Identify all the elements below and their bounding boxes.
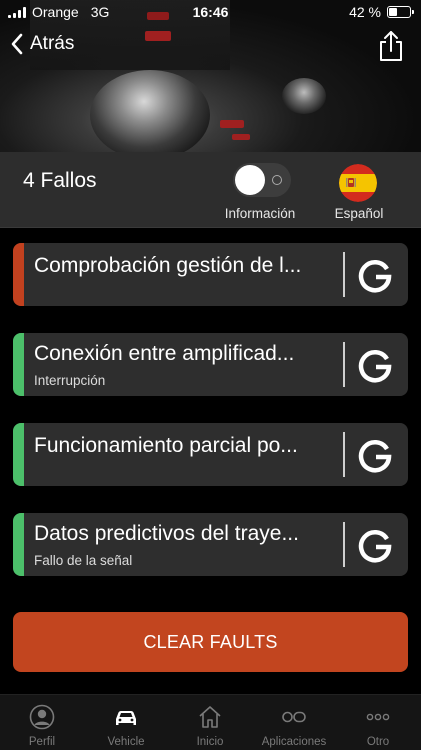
- battery-percent: 42 %: [349, 4, 381, 20]
- fault-item[interactable]: Conexión entre amplificad... Interrupció…: [13, 333, 408, 396]
- divider: [343, 522, 345, 567]
- tab-vehicle[interactable]: Vehicle: [84, 695, 168, 750]
- dashboard-button: [145, 31, 171, 41]
- fault-title: Conexión entre amplificad...: [34, 342, 295, 365]
- fault-item[interactable]: Funcionamiento parcial po...: [13, 423, 408, 486]
- status-bar: Orange 3G 16:46 42 %: [0, 0, 421, 24]
- car-icon: [116, 711, 136, 725]
- dashboard-button: [232, 134, 250, 140]
- tab-label: Inicio: [196, 736, 224, 748]
- fault-subtitle: Interrupción: [34, 373, 106, 388]
- chevron-left-icon: [11, 33, 23, 55]
- information-toggle[interactable]: [233, 163, 291, 197]
- spain-flag-icon[interactable]: [339, 164, 377, 202]
- divider: [343, 432, 345, 477]
- profile-icon: [29, 704, 55, 730]
- fault-status-indicator: [13, 243, 24, 306]
- back-button[interactable]: Atrás: [10, 33, 74, 55]
- toggle-thumb: [235, 165, 265, 195]
- tab-label: Otro: [366, 736, 390, 748]
- clear-faults-button[interactable]: CLEAR FAULTS: [13, 612, 408, 672]
- tab-bar: Perfil Vehicle Inicio Aplicaciones Otro: [0, 694, 421, 750]
- share-icon[interactable]: [377, 30, 405, 62]
- tab-label: Aplicaciones: [261, 736, 327, 748]
- google-search-icon[interactable]: [355, 255, 395, 295]
- battery-icon: [387, 6, 414, 18]
- control-knob: [90, 70, 210, 152]
- tab-label: Perfil: [28, 736, 56, 748]
- fault-item[interactable]: Comprobación gestión de l...: [13, 243, 408, 306]
- tab-aplicaciones[interactable]: Aplicaciones: [252, 695, 336, 750]
- google-search-icon[interactable]: [355, 345, 395, 385]
- toggle-off-indicator: [272, 175, 282, 185]
- tab-inicio[interactable]: Inicio: [168, 695, 252, 750]
- volume-knob: [282, 78, 326, 114]
- google-search-icon[interactable]: [355, 525, 395, 565]
- fault-status-indicator: [13, 513, 24, 576]
- information-toggle-label: Información: [224, 206, 296, 221]
- divider: [343, 342, 345, 387]
- apps-icon: [282, 711, 306, 723]
- home-icon: [199, 706, 221, 728]
- back-label: Atrás: [30, 33, 75, 54]
- dashboard-button: [220, 120, 244, 128]
- fault-title: Comprobación gestión de l...: [34, 254, 302, 277]
- fault-status-indicator: [13, 423, 24, 486]
- battery-info: 42 %: [349, 4, 414, 20]
- fault-status-indicator: [13, 333, 24, 396]
- tab-otro[interactable]: Otro: [336, 695, 420, 750]
- fault-title: Funcionamiento parcial po...: [34, 434, 298, 457]
- fault-item[interactable]: Datos predictivos del traye... Fallo de …: [13, 513, 408, 576]
- language-label: Español: [334, 206, 384, 221]
- tab-label: Vehicle: [107, 736, 145, 748]
- fault-title: Datos predictivos del traye...: [34, 522, 299, 545]
- tab-perfil[interactable]: Perfil: [0, 695, 84, 750]
- divider: [343, 252, 345, 297]
- fault-subtitle: Fallo de la señal: [34, 553, 133, 568]
- more-icon: [366, 713, 390, 721]
- fault-count: 4 Fallos: [23, 169, 97, 192]
- google-search-icon[interactable]: [355, 435, 395, 475]
